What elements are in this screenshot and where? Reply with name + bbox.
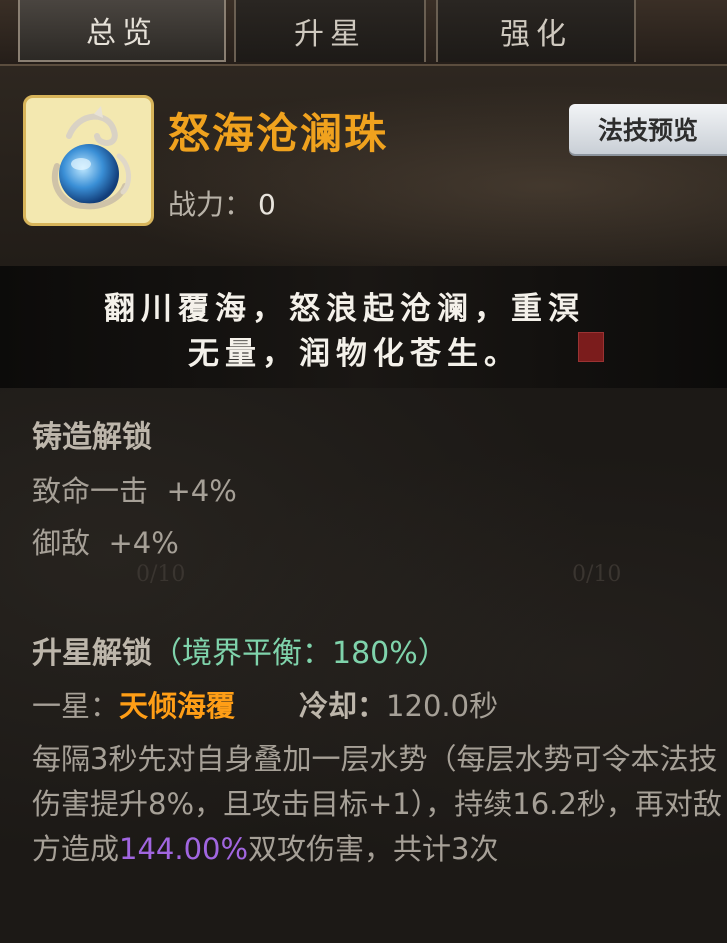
item-name: 怒海沧澜珠: [168, 109, 389, 158]
faded-counter-left: 0/10: [136, 562, 186, 587]
forge-stat-crit: 致命一击 +4%: [32, 468, 237, 510]
lore-quote-line2: 无量，润物化苍生。: [188, 336, 521, 372]
skill-description: 每隔3秒先对自身叠加一层水势（每层水势可令本法技伤害提升8%，且攻击目标+1），…: [32, 737, 722, 872]
stat-value: +4%: [166, 474, 237, 508]
stat-name: 致命一击: [32, 474, 149, 508]
skill-name: 天倾海覆: [119, 689, 236, 723]
desc-text-2: 双攻伤害，共计3次: [248, 832, 499, 866]
tab-enhance[interactable]: 强化: [436, 0, 636, 62]
star-level-label: 一星：: [32, 689, 120, 723]
forge-stat-defense: 御敌 +4%: [32, 520, 179, 562]
lore-quote-line1: 翻川覆海，怒浪起沧澜，重溟: [104, 291, 585, 327]
power-label: 战力：: [168, 188, 253, 221]
skill-preview-button[interactable]: 法技预览: [569, 104, 727, 154]
tab-overview[interactable]: 总览: [18, 0, 226, 62]
forge-unlock-title: 铸造解锁: [32, 420, 152, 455]
seal-stamp-icon: [578, 332, 604, 362]
stat-value: +4%: [108, 526, 179, 560]
cooldown-value: 120.0秒: [386, 689, 499, 723]
star-unlock-title: 升星解锁（境界平衡：180%）: [32, 628, 448, 672]
item-icon-frame[interactable]: [23, 95, 154, 226]
blue-dragon-pearl-icon: [51, 105, 131, 209]
power-value: 0: [258, 188, 276, 221]
combat-power: 战力： 0: [168, 183, 276, 223]
tab-star-up[interactable]: 升星: [234, 0, 426, 62]
cooldown-label: 冷却：: [299, 689, 387, 723]
realm-balance: （境界平衡：180%）: [152, 636, 448, 671]
star-skill-line: 一星：天倾海覆 冷却：120.0秒: [32, 683, 498, 725]
desc-damage-highlight: 144.00%: [119, 832, 249, 866]
star-unlock-label: 升星解锁: [32, 636, 152, 671]
stat-name: 御敌: [32, 526, 91, 560]
faded-counter-right: 0/10: [572, 562, 622, 587]
